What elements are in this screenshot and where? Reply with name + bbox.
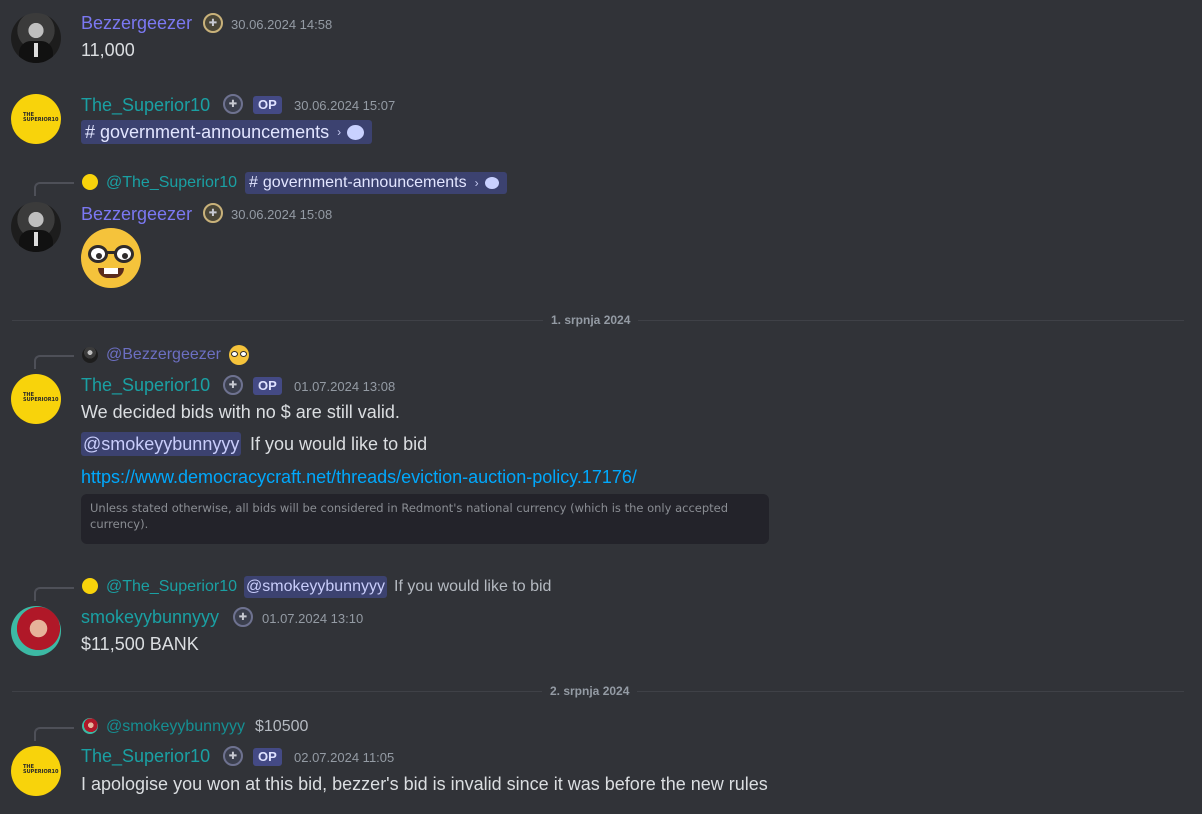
chevron-right-icon: › [474, 176, 479, 190]
thread-bubble-icon [347, 124, 365, 140]
author-name[interactable]: Bezzergeezer [81, 203, 192, 225]
channel-name: government-announcements [262, 174, 467, 191]
avatar-the-superior10[interactable]: THE SUPERIOR10 [11, 94, 61, 144]
hash-icon: # [85, 121, 96, 142]
author-name[interactable]: The_Superior10 [81, 94, 210, 116]
timestamp: 30.06.2024 15:08 [231, 207, 333, 222]
role-badge-icon[interactable]: ✚ [203, 13, 223, 33]
timestamp: 01.07.2024 13:08 [294, 379, 396, 394]
embed-description: Unless stated otherwise, all bids will b… [90, 501, 729, 531]
op-tag: OP [253, 377, 282, 395]
role-badge-icon[interactable]: ✚ [203, 203, 223, 223]
date-divider-label: 1. srpnja 2024 [543, 313, 639, 327]
avatar-the-superior10[interactable]: THE SUPERIOR10 [11, 746, 61, 796]
avatar-the-superior10[interactable]: THE SUPERIOR10 [11, 374, 61, 424]
reply-connector [34, 182, 74, 196]
reply-author[interactable]: @smokeyybunnyyy [106, 717, 245, 737]
role-badge-icon[interactable]: ✚ [223, 375, 243, 395]
message-text: We decided bids with no $ are still vali… [81, 402, 400, 422]
reply-avatar [82, 347, 98, 363]
role-badge-icon[interactable]: ✚ [233, 607, 253, 627]
message-text: I apologise you won at this bid, bezzer'… [81, 774, 768, 794]
avatar-logo-text: THE SUPERIOR10 [23, 112, 59, 123]
op-tag: OP [253, 96, 282, 114]
reply-author[interactable]: @The_Superior10 [106, 173, 237, 193]
role-badge-icon[interactable]: ✚ [223, 746, 243, 766]
role-badge-icon[interactable]: ✚ [223, 94, 243, 114]
message-text: $11,500 BANK [81, 634, 199, 654]
reply-connector [34, 587, 74, 601]
reply-avatar [82, 718, 98, 734]
message-text: 11,000 [81, 40, 135, 60]
timestamp: 30.06.2024 14:58 [231, 17, 333, 32]
timestamp: 01.07.2024 13:10 [262, 611, 364, 626]
author-name[interactable]: smokeyybunnyyy [81, 606, 219, 628]
timestamp: 30.06.2024 15:07 [294, 98, 396, 113]
user-mention[interactable]: @smokeyybunnyyy [81, 432, 242, 456]
chevron-right-icon: › [337, 125, 342, 139]
author-name[interactable]: Bezzergeezer [81, 12, 192, 34]
channel-name: government-announcements [100, 121, 330, 142]
timestamp: 02.07.2024 11:05 [294, 750, 395, 765]
avatar-bezzergeezer[interactable] [11, 13, 61, 63]
author-name[interactable]: The_Superior10 [81, 745, 210, 767]
reply-avatar [82, 578, 98, 594]
op-tag: OP [253, 748, 282, 766]
nerd-face-emoji-icon [229, 345, 249, 365]
reply-user-mention[interactable]: @smokeyybunnyyy [244, 576, 387, 598]
message-text: If you would like to bid [250, 434, 428, 454]
reply-avatar [82, 174, 98, 190]
link-embed[interactable]: Unless stated otherwise, all bids will b… [81, 494, 769, 544]
reply-author[interactable]: @The_Superior10 [106, 577, 237, 597]
reply-preview-text: $10500 [255, 718, 309, 735]
date-divider-label: 2. srpnja 2024 [542, 684, 638, 698]
avatar-smokeyybunnyyy[interactable] [11, 606, 61, 656]
reply-author[interactable]: @Bezzergeezer [106, 345, 221, 365]
avatar-bezzergeezer[interactable] [11, 202, 61, 252]
thread-link[interactable]: https://www.democracycraft.net/threads/e… [81, 465, 637, 489]
reply-preview-text: If you would like to bid [394, 578, 552, 595]
author-name[interactable]: The_Superior10 [81, 374, 210, 396]
nerd-face-emoji-icon[interactable] [81, 228, 141, 288]
reply-connector [34, 355, 74, 369]
reply-connector [34, 727, 74, 741]
hash-icon: # [249, 174, 258, 191]
channel-link[interactable]: # government-announcements › [81, 120, 373, 144]
reply-channel-link[interactable]: # government-announcements › [245, 172, 507, 194]
thread-bubble-icon [484, 177, 499, 189]
